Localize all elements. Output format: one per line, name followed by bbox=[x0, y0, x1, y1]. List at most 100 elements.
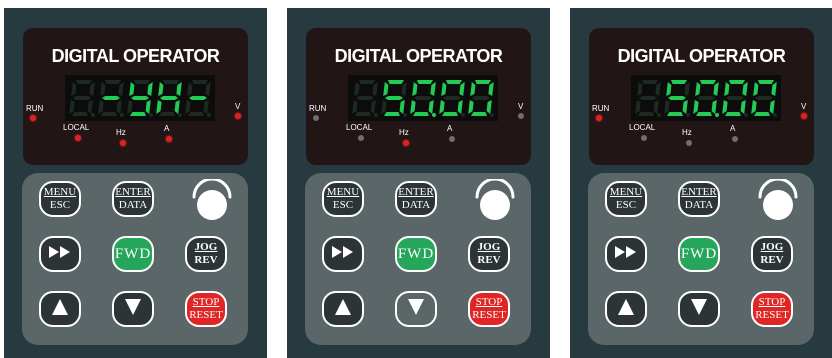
led-hz-indicator bbox=[120, 140, 126, 146]
digit-cell bbox=[98, 80, 124, 117]
keypad: MENU ESC ENTER DATA FWD JOG REV STOP RESET bbox=[588, 173, 814, 345]
down-triangle-icon bbox=[690, 298, 708, 321]
forward-shift-button[interactable] bbox=[605, 236, 647, 272]
forward-shift-button[interactable] bbox=[39, 236, 81, 272]
forward-shift-button[interactable] bbox=[322, 236, 364, 272]
led-run-indicator bbox=[596, 115, 602, 121]
jog-rev-button-bottom-label: REV bbox=[477, 254, 501, 266]
led-label-a: A bbox=[730, 124, 736, 133]
digit-cell bbox=[664, 80, 690, 117]
led-a-indicator bbox=[166, 136, 172, 142]
digit-cell bbox=[381, 80, 407, 117]
led-label-hz: Hz bbox=[116, 128, 126, 137]
menu-esc-button-bottom-label: ESC bbox=[332, 199, 354, 211]
enter-data-button[interactable]: ENTER DATA bbox=[112, 181, 154, 217]
fwd-run-button[interactable]: FWD bbox=[678, 236, 720, 272]
display-digits bbox=[69, 80, 211, 117]
digit-cell bbox=[439, 80, 465, 117]
knob-arc-icon bbox=[758, 179, 798, 199]
led-label-hz: Hz bbox=[399, 128, 409, 137]
operator-title: DIGITAL OPERATOR bbox=[51, 46, 220, 66]
stop-reset-button[interactable]: STOP RESET bbox=[468, 291, 510, 327]
up-button[interactable] bbox=[322, 291, 364, 327]
jog-rev-button-bottom-label: REV bbox=[760, 254, 784, 266]
down-button[interactable] bbox=[678, 291, 720, 327]
up-triangle-icon bbox=[617, 298, 635, 321]
enter-data-button-bottom-label: DATA bbox=[684, 199, 714, 211]
seven-segment-display bbox=[348, 75, 498, 121]
led-v-indicator bbox=[235, 113, 241, 119]
jog-rev-button-bottom-label: REV bbox=[194, 254, 218, 266]
down-button[interactable] bbox=[112, 291, 154, 327]
menu-esc-button[interactable]: MENU ESC bbox=[322, 181, 364, 217]
jog-rev-button[interactable]: JOG REV bbox=[751, 236, 793, 272]
up-button[interactable] bbox=[39, 291, 81, 327]
fwd-label: FWD bbox=[397, 245, 435, 262]
stop-reset-button-bottom-label: RESET bbox=[189, 309, 223, 321]
stop-reset-button-bottom-label: RESET bbox=[755, 309, 789, 321]
menu-esc-button[interactable]: MENU ESC bbox=[605, 181, 647, 217]
knob-arc-icon bbox=[192, 179, 232, 199]
led-a-indicator bbox=[732, 136, 738, 142]
display-housing: DIGITAL OPERATOR RUN LOCAL Hz A V bbox=[589, 28, 814, 165]
led-hz-indicator bbox=[686, 140, 692, 146]
double-chevron-right-icon bbox=[49, 245, 71, 263]
double-chevron-right-icon bbox=[615, 245, 637, 263]
menu-esc-button-bottom-label: ESC bbox=[49, 199, 71, 211]
digit-cell bbox=[693, 80, 719, 117]
led-label-local: LOCAL bbox=[63, 123, 90, 132]
digital-operator-panel: DIGITAL OPERATOR RUN LOCAL Hz A V MENU ESC ENTER… bbox=[4, 8, 267, 358]
led-label-a: A bbox=[164, 124, 170, 133]
fwd-label: FWD bbox=[680, 245, 718, 262]
jog-rev-button[interactable]: JOG REV bbox=[185, 236, 227, 272]
led-a-indicator bbox=[449, 136, 455, 142]
led-local-indicator bbox=[75, 135, 81, 141]
stop-reset-button[interactable]: STOP RESET bbox=[751, 291, 793, 327]
led-run-indicator bbox=[313, 115, 319, 121]
led-label-v: V bbox=[518, 102, 524, 111]
stop-reset-button[interactable]: STOP RESET bbox=[185, 291, 227, 327]
enter-data-button-bottom-label: DATA bbox=[401, 199, 431, 211]
led-label-a: A bbox=[447, 124, 453, 133]
menu-esc-button-bottom-label: ESC bbox=[615, 199, 637, 211]
keypad: MENU ESC ENTER DATA FWD JOG REV STOP RESET bbox=[305, 173, 531, 345]
digit-cell bbox=[410, 80, 436, 117]
enter-data-button[interactable]: ENTER DATA bbox=[395, 181, 437, 217]
led-local-indicator bbox=[358, 135, 364, 141]
up-triangle-icon bbox=[51, 298, 69, 321]
digit-cell bbox=[69, 80, 95, 117]
display-housing: DIGITAL OPERATOR RUN LOCAL Hz A V bbox=[23, 28, 248, 165]
stop-reset-button-bottom-label: RESET bbox=[472, 309, 506, 321]
keypad: MENU ESC ENTER DATA FWD JOG REV STOP RESET bbox=[22, 173, 248, 345]
led-v-indicator bbox=[801, 113, 807, 119]
display-digits bbox=[635, 80, 777, 117]
digital-operator-panel: DIGITAL OPERATOR RUN LOCAL Hz A V MENU ESC ENTER… bbox=[570, 8, 832, 358]
operator-title: DIGITAL OPERATOR bbox=[334, 46, 503, 66]
fwd-run-button[interactable]: FWD bbox=[395, 236, 437, 272]
double-chevron-right-icon bbox=[332, 245, 354, 263]
fwd-label: FWD bbox=[114, 245, 152, 262]
display-digits bbox=[352, 80, 494, 117]
digit-cell bbox=[468, 80, 494, 117]
enter-data-button-bottom-label: DATA bbox=[118, 199, 148, 211]
fwd-run-button[interactable]: FWD bbox=[112, 236, 154, 272]
enter-data-button[interactable]: ENTER DATA bbox=[678, 181, 720, 217]
seven-segment-display bbox=[631, 75, 781, 121]
digit-cell bbox=[127, 80, 153, 117]
down-triangle-icon bbox=[407, 298, 425, 321]
led-label-local: LOCAL bbox=[346, 123, 373, 132]
led-label-hz: Hz bbox=[682, 128, 692, 137]
knob-arc-icon bbox=[475, 179, 515, 199]
led-v-indicator bbox=[518, 113, 524, 119]
digit-cell bbox=[722, 80, 748, 117]
digit-cell bbox=[185, 80, 211, 117]
led-run-indicator bbox=[30, 115, 36, 121]
up-button[interactable] bbox=[605, 291, 647, 327]
jog-rev-button[interactable]: JOG REV bbox=[468, 236, 510, 272]
down-button[interactable] bbox=[395, 291, 437, 327]
digit-cell bbox=[352, 80, 378, 117]
led-label-run: RUN bbox=[592, 104, 610, 113]
led-local-indicator bbox=[641, 135, 647, 141]
menu-esc-button[interactable]: MENU ESC bbox=[39, 181, 81, 217]
digit-cell bbox=[751, 80, 777, 117]
